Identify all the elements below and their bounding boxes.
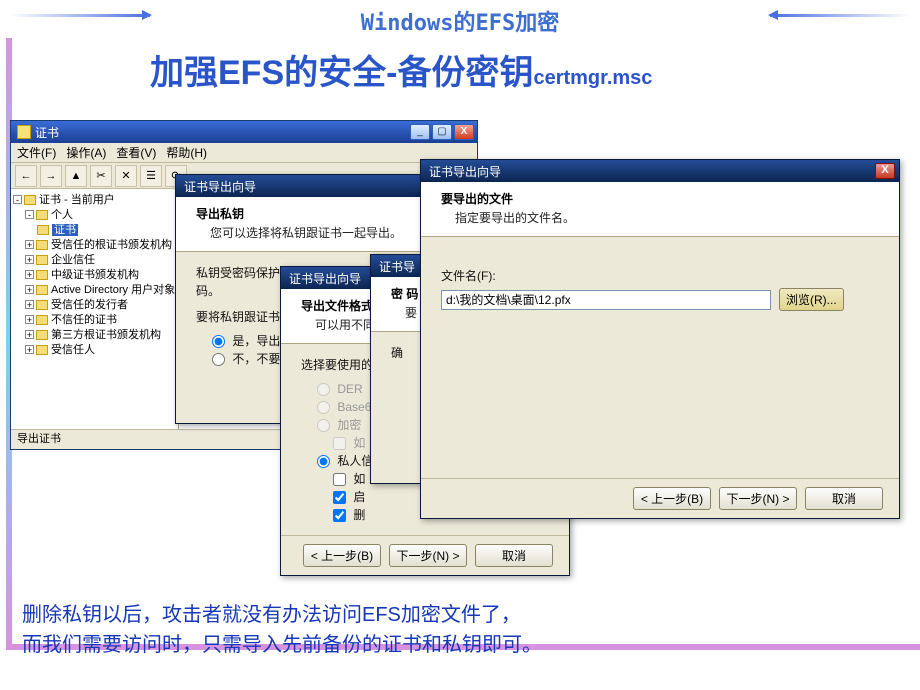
radio-no-export[interactable] (212, 353, 225, 366)
wizard2-title: 证书导出向导 (289, 270, 361, 287)
radio-base64 (317, 401, 330, 414)
tree-selected-certs[interactable]: 证书 (52, 224, 78, 236)
certmgr-titlebar[interactable]: 证书 _ ▢ X (11, 121, 477, 143)
menu-view[interactable]: 查看(V) (116, 144, 156, 161)
minimize-button[interactable]: _ (410, 124, 430, 140)
wizard4-file: 证书导出向导 X 要导出的文件 指定要导出的文件名。 文件名(F): 浏览(R)… (420, 159, 900, 519)
close-button[interactable]: X (454, 124, 474, 140)
radio-encrypt (317, 419, 330, 432)
wizard4-sub: 指定要导出的文件名。 (441, 209, 885, 226)
wizard1-header: 导出私钥 (196, 205, 420, 222)
wizard4-back[interactable]: < 上一步(B) (633, 487, 711, 510)
browse-button[interactable]: 浏览(R)... (779, 288, 844, 311)
wizard4-close[interactable]: X (875, 163, 895, 179)
back-icon[interactable]: ← (15, 165, 37, 187)
certificate-icon (17, 125, 31, 139)
slide-caption: 删除私钥以后，攻击者就没有办法访问EFS加密文件了， 而我们需要访问时，只需导入… (22, 600, 542, 660)
menubar: 文件(F) 操作(A) 查看(V) 帮助(H) (11, 143, 477, 163)
wizard2-next[interactable]: 下一步(N) > (389, 544, 467, 567)
radio-yes-export[interactable] (212, 335, 225, 348)
cert-tree[interactable]: -证书 - 当前用户 -个人 证书 +受信任的根证书颁发机构 +企业信任 +中级… (11, 189, 179, 429)
wizard4-next[interactable]: 下一步(N) > (719, 487, 797, 510)
wizard2-cancel[interactable]: 取消 (475, 544, 553, 567)
wizard1-title: 证书导出向导 (184, 178, 256, 195)
wizard4-header: 要导出的文件 (441, 190, 885, 207)
delete-icon[interactable]: ✕ (115, 165, 137, 187)
chk-delete[interactable] (333, 509, 346, 522)
menu-action[interactable]: 操作(A) (66, 144, 106, 161)
wizard4-title: 证书导出向导 (429, 163, 501, 180)
wizard1-sub: 您可以选择将私钥跟证书一起导出。 (196, 224, 420, 241)
arrow-decor-left (770, 14, 910, 17)
forward-icon[interactable]: → (40, 165, 62, 187)
chk-strong[interactable] (333, 491, 346, 504)
page-top-title: Windows的EFS加密 (361, 5, 559, 37)
radio-private[interactable] (317, 455, 330, 468)
main-title: 加强EFS的安全-备份密钥certmgr.msc (0, 45, 920, 94)
maximize-button[interactable]: ▢ (432, 124, 452, 140)
menu-file[interactable]: 文件(F) (17, 144, 56, 161)
wizard3-title: 证书导 (379, 258, 415, 275)
chk-inc2[interactable] (333, 473, 346, 486)
wizard2-back[interactable]: < 上一步(B) (303, 544, 381, 567)
certmgr-title: 证书 (35, 124, 59, 141)
export-file-input[interactable] (441, 290, 771, 310)
arrow-decor-right (10, 14, 150, 17)
radio-der (317, 383, 330, 396)
properties-icon[interactable]: ☰ (140, 165, 162, 187)
menu-help[interactable]: 帮助(H) (166, 144, 207, 161)
cut-icon[interactable]: ✂ (90, 165, 112, 187)
up-icon[interactable]: ▲ (65, 165, 87, 187)
chk-inc1 (333, 437, 346, 450)
wizard4-file-label: 文件名(F): (441, 267, 879, 285)
wizard4-cancel[interactable]: 取消 (805, 487, 883, 510)
